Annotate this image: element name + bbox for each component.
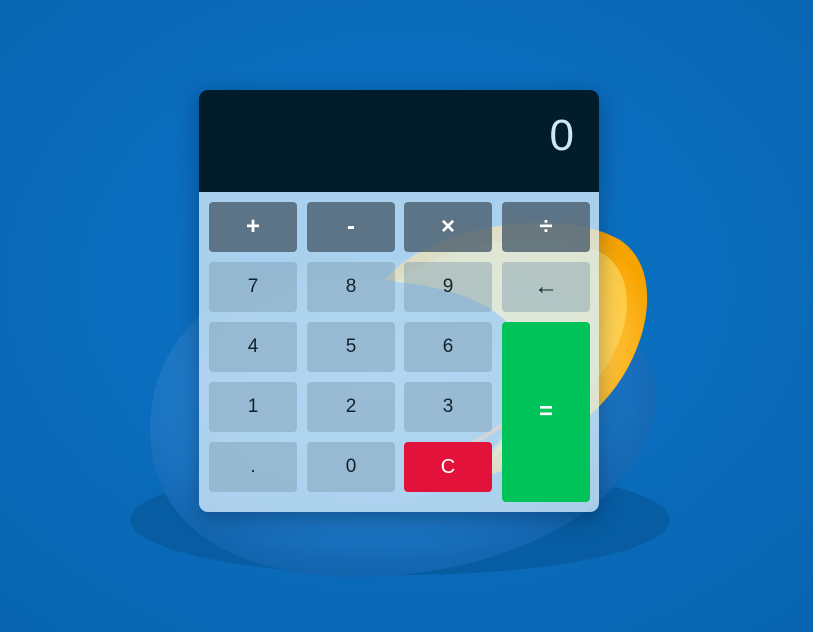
digit-6-button[interactable]: 6: [404, 322, 492, 372]
digit-0-button[interactable]: 0: [307, 442, 395, 492]
equals-button[interactable]: =: [502, 322, 590, 502]
digit-5-button[interactable]: 5: [307, 322, 395, 372]
add-button[interactable]: +: [209, 202, 297, 252]
digit-9-button[interactable]: 9: [404, 262, 492, 312]
clear-button[interactable]: C: [404, 442, 492, 492]
multiply-button[interactable]: ×: [404, 202, 492, 252]
display-value: 0: [549, 111, 574, 160]
calculator-display: 0: [199, 90, 599, 192]
keypad: + - × ÷ 7 8 9 ← 4 5 6 = 1 2 3 . 0 C: [199, 192, 599, 512]
divide-button[interactable]: ÷: [502, 202, 590, 252]
digit-3-button[interactable]: 3: [404, 382, 492, 432]
digit-2-button[interactable]: 2: [307, 382, 395, 432]
backspace-button[interactable]: ←: [502, 262, 590, 312]
calculator: 0 + - × ÷ 7 8 9 ← 4 5 6 = 1 2 3 . 0 C: [199, 90, 599, 512]
subtract-button[interactable]: -: [307, 202, 395, 252]
digit-1-button[interactable]: 1: [209, 382, 297, 432]
digit-8-button[interactable]: 8: [307, 262, 395, 312]
decimal-button[interactable]: .: [209, 442, 297, 492]
digit-7-button[interactable]: 7: [209, 262, 297, 312]
digit-4-button[interactable]: 4: [209, 322, 297, 372]
